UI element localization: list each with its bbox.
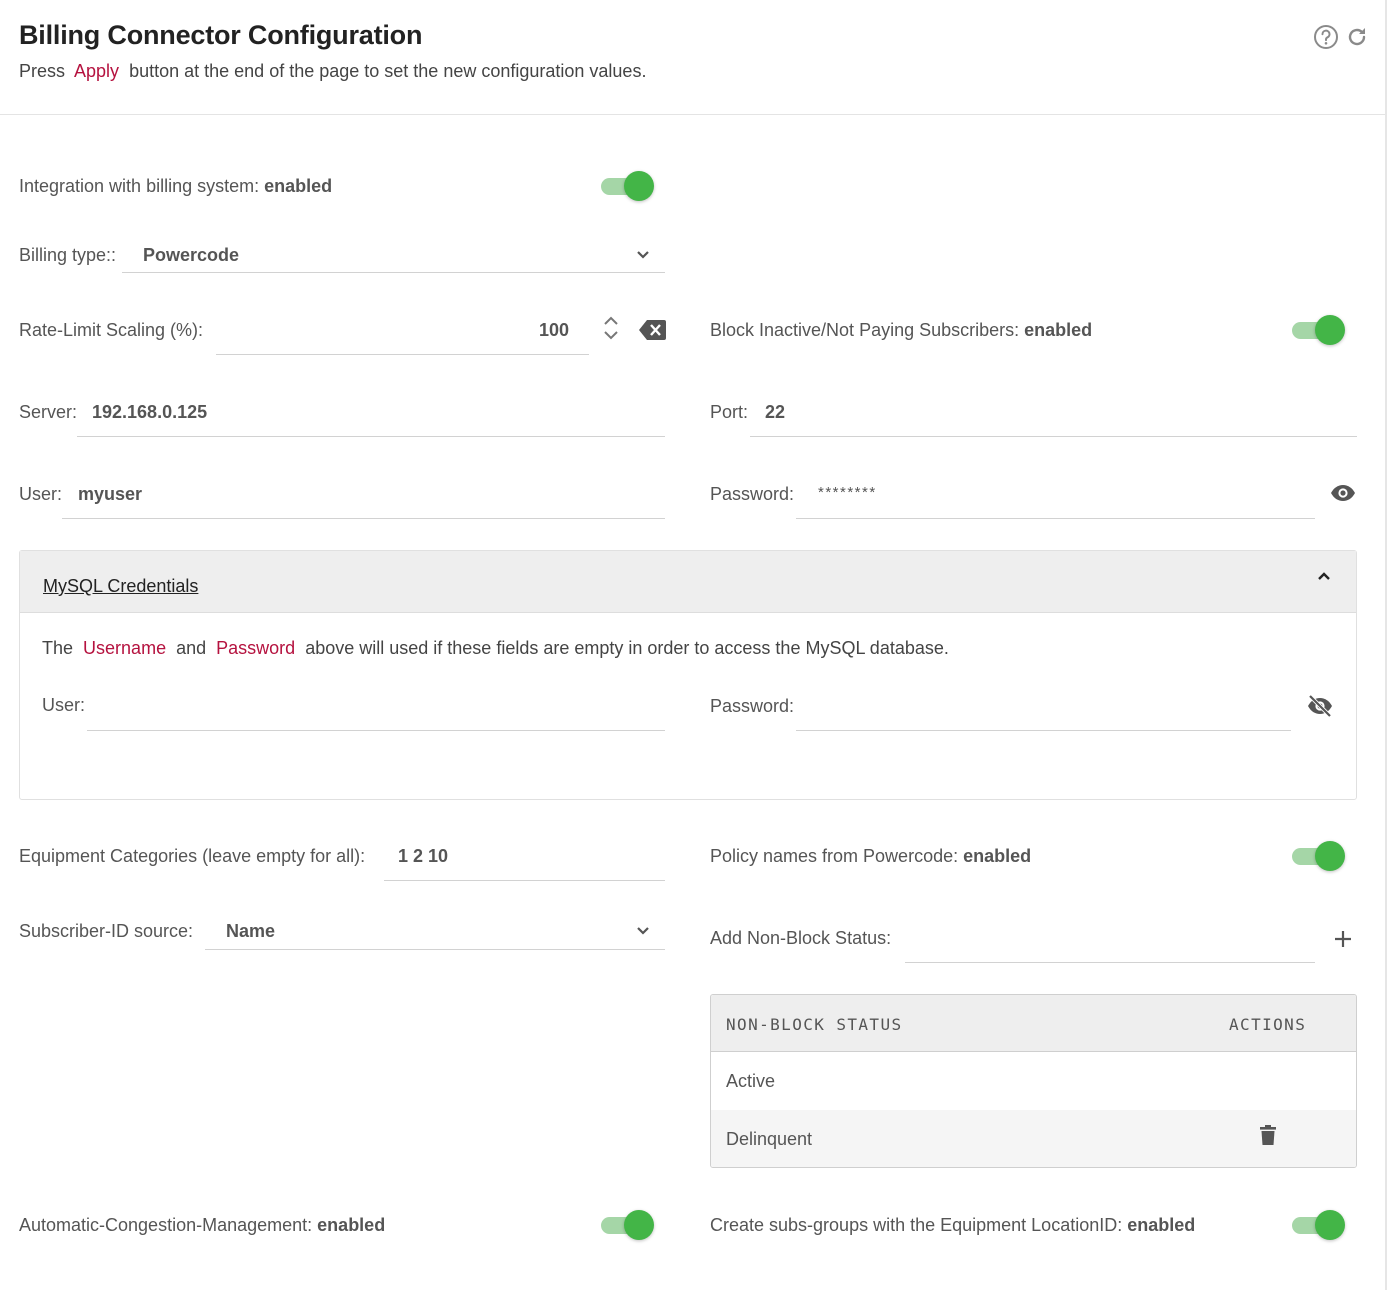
- subs-groups-label: Create subs-groups with the Equipment Lo…: [710, 1215, 1196, 1235]
- mysql-user-underline: [87, 730, 665, 731]
- policy-names-label: Policy names from Powercode: enabled: [710, 846, 1032, 866]
- subscriber-id-label: Subscriber-ID source:: [19, 921, 194, 941]
- billing-type-select[interactable]: Powercode: [143, 245, 239, 266]
- chevron-down-icon[interactable]: [632, 245, 654, 265]
- subtitle-text-end: button at the end of the page to set the…: [129, 61, 647, 81]
- user-label: User:: [19, 484, 63, 504]
- server-input[interactable]: 192.168.0.125: [92, 402, 207, 423]
- mysql-description: The Username and Password above will use…: [42, 638, 949, 658]
- mysql-password-label: Password:: [710, 696, 795, 716]
- integration-label: Integration with billing system: enabled: [19, 176, 333, 196]
- congestion-management-toggle[interactable]: [600, 1210, 654, 1240]
- non-block-status-table: NON-BLOCK STATUS ACTIONS Active Delinque…: [710, 994, 1357, 1168]
- stepper-icon[interactable]: [599, 314, 623, 342]
- billing-type-label: Billing type::: [19, 245, 117, 265]
- equipment-categories-input[interactable]: 1 2 10: [398, 846, 448, 867]
- add-non-block-underline: [905, 962, 1315, 963]
- table-cell-status: Delinquent: [726, 1129, 813, 1149]
- chevron-down-icon[interactable]: [632, 921, 654, 941]
- port-underline: [750, 436, 1357, 437]
- subs-groups-toggle[interactable]: [1291, 1210, 1345, 1240]
- congestion-management-label: Automatic-Congestion-Management: enabled: [19, 1215, 386, 1235]
- scrollbar-edge: [1385, 0, 1387, 1290]
- clear-backspace-icon[interactable]: [637, 318, 667, 342]
- server-underline: [77, 436, 665, 437]
- chevron-up-icon[interactable]: [1313, 566, 1335, 586]
- table-cell-status: Active: [726, 1071, 776, 1091]
- equipment-categories-label: Equipment Categories (leave empty for al…: [19, 846, 366, 866]
- subscriber-id-select[interactable]: Name: [226, 921, 275, 942]
- page-subtitle: Press Apply button at the end of the pag…: [19, 61, 646, 82]
- help-icon[interactable]: [1312, 23, 1340, 51]
- billing-type-underline: [122, 272, 665, 273]
- eye-icon[interactable]: [1329, 481, 1357, 505]
- server-label: Server:: [19, 402, 78, 422]
- eye-off-icon[interactable]: [1306, 693, 1334, 719]
- column-header-actions: ACTIONS: [1229, 1015, 1307, 1034]
- add-non-block-label: Add Non-Block Status:: [710, 928, 892, 948]
- user-underline: [62, 518, 665, 519]
- integration-toggle[interactable]: [600, 171, 654, 201]
- mysql-password-underline: [796, 730, 1291, 731]
- page-title: Billing Connector Configuration: [19, 20, 423, 50]
- table-header: NON-BLOCK STATUS ACTIONS: [711, 995, 1356, 1052]
- block-inactive-toggle[interactable]: [1291, 315, 1345, 345]
- trash-icon[interactable]: [1257, 1122, 1279, 1148]
- port-input[interactable]: 22: [765, 402, 785, 423]
- policy-names-toggle[interactable]: [1291, 841, 1345, 871]
- table-row: Delinquent: [711, 1110, 1356, 1167]
- rate-limit-input[interactable]: 100: [539, 320, 569, 341]
- equipment-underline: [384, 880, 665, 881]
- password-underline: [796, 518, 1315, 519]
- column-header-status: NON-BLOCK STATUS: [726, 1015, 903, 1034]
- rate-limit-underline: [216, 354, 589, 355]
- refresh-icon[interactable]: [1343, 23, 1371, 51]
- rate-limit-label: Rate-Limit Scaling (%):: [19, 320, 204, 340]
- subtitle-text-start: Press: [19, 61, 66, 81]
- block-inactive-label: Block Inactive/Not Paying Subscribers: e…: [710, 320, 1093, 340]
- mysql-panel-header[interactable]: [20, 551, 1356, 613]
- port-label: Port:: [710, 402, 749, 422]
- password-input[interactable]: ********: [818, 484, 877, 501]
- apply-link: Apply: [74, 61, 120, 81]
- mysql-panel-title[interactable]: MySQL Credentials: [43, 576, 198, 597]
- subscriber-id-underline: [205, 949, 665, 950]
- password-label: Password:: [710, 484, 795, 504]
- header-divider: [0, 114, 1385, 115]
- plus-icon[interactable]: [1331, 927, 1355, 951]
- mysql-user-label: User:: [42, 695, 86, 715]
- user-input[interactable]: myuser: [78, 484, 142, 505]
- table-row: Active: [711, 1052, 1356, 1110]
